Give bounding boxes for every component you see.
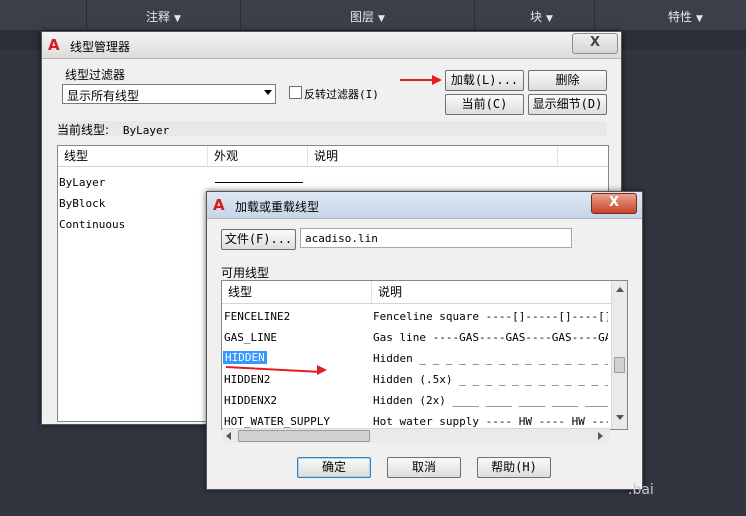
list-item-selected[interactable]: HIDDEN (223, 351, 267, 364)
list-item-description: Hidden (.5x) _ _ _ _ _ _ _ _ _ _ _ _ _ _… (373, 373, 608, 386)
caret-down-icon: ▼ (546, 14, 553, 24)
delete-button[interactable]: 删除 (528, 70, 607, 91)
column-header-linetype[interactable]: 线型 (222, 281, 372, 303)
file-path-field[interactable]: acadiso.lin (300, 228, 572, 248)
list-item[interactable]: HIDDENX2 (224, 394, 277, 407)
list-item[interactable]: HIDDEN2 (224, 373, 270, 386)
list-item[interactable]: FENCELINE2 (224, 310, 290, 323)
show-details-button[interactable]: 显示细节(D) (528, 94, 607, 115)
horizontal-scrollbar[interactable] (222, 428, 610, 443)
list-item-description: Gas line ----GAS----GAS----GAS----GAS--- (373, 331, 608, 344)
close-button[interactable]: X (572, 33, 618, 54)
close-button[interactable]: X (591, 193, 637, 214)
available-linetypes-list[interactable]: 线型 说明 FENCELINE2 Fenceline square ----[]… (221, 280, 628, 430)
list-header: 线型 外观 说明 (58, 146, 608, 167)
ribbon-group-label: 注释 (146, 10, 171, 24)
current-linetype-label: 当前线型: (57, 123, 110, 137)
list-item-description: Hidden (2x) ____ ____ ____ ____ ____ ___ (373, 394, 608, 407)
autocad-logo-icon: A (213, 196, 225, 214)
ribbon-group-block[interactable]: 块 ▼ (530, 8, 553, 25)
cancel-button[interactable]: 取消 (387, 457, 461, 478)
list-item[interactable]: ByBlock (59, 197, 105, 210)
list-item-description: Hot water supply ---- HW ---- HW ---- H (373, 415, 608, 428)
current-linetype-value: ByLayer (122, 124, 170, 137)
ribbon-group-annotate[interactable]: 注释 ▼ (146, 8, 181, 25)
scroll-right-icon[interactable] (598, 432, 603, 440)
scrollbar-thumb[interactable] (238, 430, 370, 442)
ribbon-separator (86, 0, 87, 30)
watermark-text: .bai (628, 482, 654, 498)
chevron-down-icon (264, 90, 272, 95)
list-item[interactable]: Continuous (59, 218, 125, 231)
ribbon-panel-bar: 注释 ▼ 图层 ▼ 块 ▼ 特性 ▼ (0, 0, 746, 31)
column-header-description[interactable]: 说明 (308, 146, 558, 166)
ribbon-group-layers[interactable]: 图层 ▼ (350, 8, 385, 25)
list-item-description: Hidden _ _ _ _ _ _ _ _ _ _ _ _ _ _ _ _ _… (373, 352, 608, 365)
caret-down-icon: ▼ (378, 14, 385, 24)
load-button[interactable]: 加载(L)... (445, 70, 524, 91)
caret-down-icon: ▼ (696, 14, 703, 24)
scroll-up-icon[interactable] (616, 287, 624, 292)
linetype-filter-dropdown[interactable]: 显示所有线型 (62, 84, 276, 104)
ribbon-group-label: 图层 (350, 10, 375, 24)
invert-filter-checkbox[interactable] (289, 86, 302, 99)
ribbon-separator (594, 0, 595, 30)
available-linetypes-label: 可用线型 (221, 266, 270, 280)
annotation-arrow-head-icon (432, 75, 442, 85)
invert-filter-label: 反转过滤器(I) (304, 88, 379, 101)
autocad-logo-icon: A (48, 36, 60, 54)
load-linetypes-dialog: A 加载或重载线型 X 文件(F)... acadiso.lin 可用线型 线型… (206, 191, 643, 490)
list-item[interactable]: ByLayer (59, 176, 105, 189)
ribbon-group-label: 块 (530, 10, 543, 24)
dialog-title: 加载或重载线型 (235, 200, 320, 214)
column-header-appearance[interactable]: 外观 (208, 146, 308, 166)
scrollbar-thumb[interactable] (614, 357, 625, 373)
list-item[interactable]: HOT_WATER_SUPPLY (224, 415, 330, 428)
dialog-titlebar: A 加载或重载线型 X (207, 192, 642, 219)
ok-button[interactable]: 确定 (297, 457, 371, 478)
scroll-down-icon[interactable] (616, 415, 624, 420)
caret-down-icon: ▼ (174, 14, 181, 24)
column-header-linetype[interactable]: 线型 (58, 146, 208, 166)
current-button[interactable]: 当前(C) (445, 94, 524, 115)
ribbon-separator (474, 0, 475, 30)
file-button[interactable]: 文件(F)... (221, 229, 296, 250)
current-linetype-bar: 当前线型: ByLayer (57, 121, 607, 137)
list-header: 线型 说明 (222, 281, 627, 304)
list-item-description: Fenceline square ----[]-----[]----[]--- (373, 310, 608, 323)
dropdown-value: 显示所有线型 (67, 89, 140, 103)
column-header-description[interactable]: 说明 (372, 281, 612, 303)
annotation-arrow-head-icon (317, 365, 327, 375)
scroll-left-icon[interactable] (226, 432, 231, 440)
dialog-titlebar: A 线型管理器 X (42, 32, 621, 59)
filter-label: 线型过滤器 (65, 68, 126, 82)
ribbon-group-properties[interactable]: 特性 ▼ (668, 8, 703, 25)
ribbon-group-label: 特性 (668, 10, 693, 24)
annotation-arrow-line (400, 79, 433, 81)
dialog-title: 线型管理器 (70, 40, 131, 54)
vertical-scrollbar[interactable] (611, 281, 627, 429)
help-button[interactable]: 帮助(H) (477, 457, 551, 478)
linetype-appearance-line (215, 182, 303, 183)
ribbon-separator (240, 0, 241, 30)
list-item[interactable]: GAS_LINE (224, 331, 277, 344)
